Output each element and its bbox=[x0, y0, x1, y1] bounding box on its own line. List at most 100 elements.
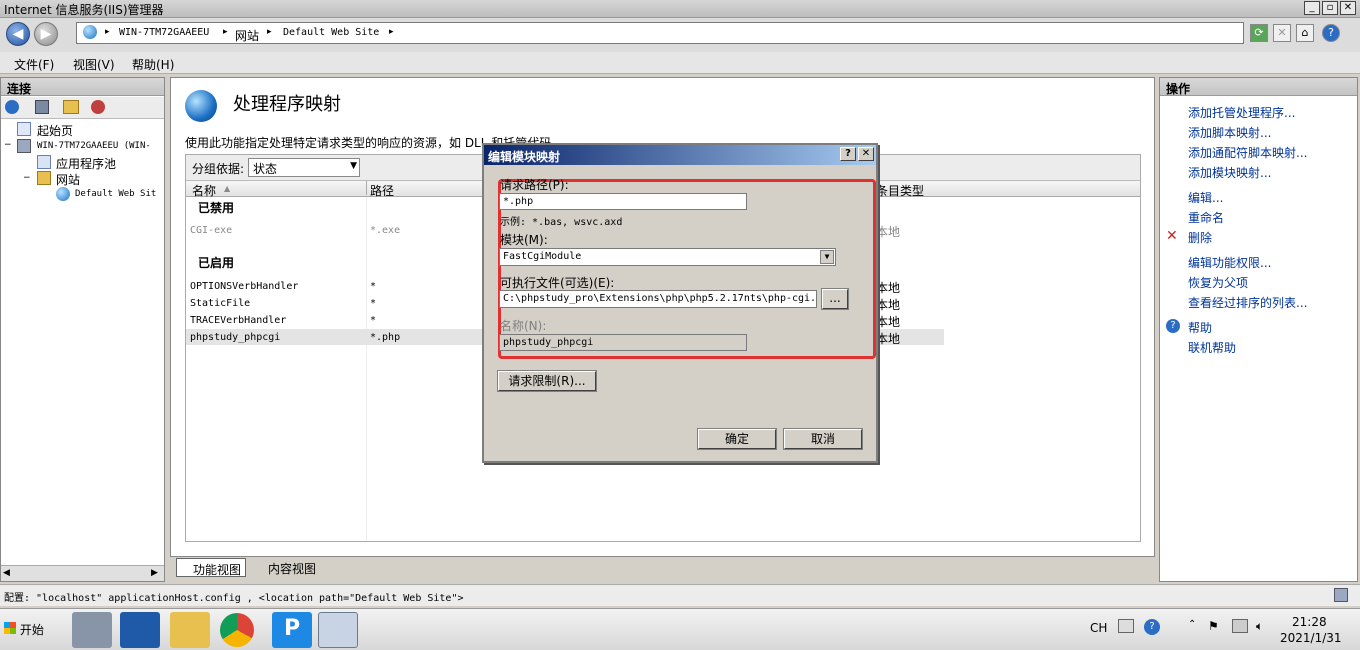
globe-icon bbox=[83, 25, 97, 39]
action-edit-permissions[interactable]: 编辑功能权限... bbox=[1188, 254, 1271, 271]
cancel-button[interactable]: 取消 bbox=[783, 428, 863, 450]
request-path-input[interactable]: *.php bbox=[499, 193, 747, 210]
flag-icon[interactable]: ⚑ bbox=[1208, 619, 1219, 633]
action-add-script-map[interactable]: 添加脚本映射... bbox=[1188, 124, 1271, 141]
actions-header: 操作 bbox=[1160, 78, 1357, 96]
dialog-close-button[interactable]: ✕ bbox=[858, 147, 874, 161]
scroll-right-icon[interactable]: ▶ bbox=[151, 568, 158, 578]
action-delete[interactable]: 删除 bbox=[1188, 229, 1212, 246]
module-select[interactable]: FastCgiModule ▼ bbox=[499, 248, 836, 266]
help-icon[interactable]: ? bbox=[1322, 24, 1340, 42]
action-add-module-map[interactable]: 添加模块映射... bbox=[1188, 164, 1271, 181]
action-add-managed-handler[interactable]: 添加托管处理程序... bbox=[1188, 104, 1295, 121]
action-add-wildcard-map[interactable]: 添加通配符脚本映射... bbox=[1188, 144, 1307, 161]
breadcrumb-server[interactable]: WIN-7TM72GAAEEU bbox=[119, 27, 209, 38]
action-revert-to-parent[interactable]: 恢复为父项 bbox=[1188, 274, 1248, 291]
group-by-select[interactable]: 状态 ▼ bbox=[248, 158, 360, 177]
save-icon[interactable] bbox=[35, 100, 49, 114]
tray-expand-icon[interactable]: ⌃ bbox=[1188, 619, 1196, 630]
breadcrumb-sites[interactable]: 网站 bbox=[235, 27, 259, 44]
action-edit[interactable]: 编辑... bbox=[1188, 189, 1223, 206]
powershell-icon[interactable] bbox=[120, 612, 160, 648]
clock-time[interactable]: 21:28 bbox=[1292, 615, 1327, 629]
tree-app-pools[interactable]: 应用程序池 bbox=[56, 155, 116, 172]
row-path: * bbox=[370, 298, 377, 309]
column-name[interactable]: 名称 bbox=[192, 182, 216, 199]
input-language[interactable]: CH bbox=[1090, 621, 1107, 635]
maximize-button[interactable]: ▫ bbox=[1322, 1, 1338, 15]
connections-panel: 连接 起始页 − WIN-7TM72GAAEEU (WIN- 应用程序池 − 网… bbox=[0, 77, 165, 582]
chrome-icon[interactable] bbox=[220, 613, 254, 647]
start-button[interactable]: 开始 bbox=[2, 615, 50, 645]
tree-sites[interactable]: 网站 bbox=[56, 171, 80, 188]
dialog-titlebar: 编辑模块映射 ? ✕ bbox=[484, 145, 876, 165]
action-help[interactable]: 帮助 bbox=[1188, 319, 1212, 336]
sites-folder-icon bbox=[37, 171, 51, 185]
dialog-help-button[interactable]: ? bbox=[840, 147, 856, 161]
server-manager-icon[interactable] bbox=[72, 612, 112, 648]
window-title: Internet 信息服务(IIS)管理器 bbox=[4, 3, 164, 17]
volume-icon[interactable]: 🔈︎ bbox=[1256, 619, 1263, 634]
module-label: 模块(M): bbox=[500, 233, 548, 247]
explorer-icon[interactable] bbox=[170, 612, 210, 648]
request-restrictions-button[interactable]: 请求限制(R)... bbox=[497, 370, 597, 392]
status-text: 配置: "localhost" applicationHost.config ,… bbox=[4, 593, 464, 604]
tab-features-label: 功能视图 bbox=[193, 563, 242, 577]
request-path-label: 请求路径(P): bbox=[500, 178, 569, 192]
column-type[interactable]: 条目类型 bbox=[876, 182, 924, 199]
home-icon[interactable]: ⌂ bbox=[1296, 24, 1314, 42]
ok-button[interactable]: 确定 bbox=[697, 428, 777, 450]
row-name: phpstudy_phpcgi bbox=[190, 332, 281, 343]
horizontal-scrollbar[interactable]: ◀ ▶ bbox=[1, 565, 164, 581]
network-icon[interactable] bbox=[1232, 619, 1248, 633]
tab-content-view[interactable]: 内容视图 bbox=[252, 558, 322, 577]
breadcrumb-default-site[interactable]: Default Web Site bbox=[283, 27, 379, 38]
row-type: 本地 bbox=[876, 332, 901, 346]
column-divider bbox=[366, 181, 367, 195]
dialog-title: 编辑模块映射 bbox=[488, 150, 561, 164]
minimize-button[interactable]: _ bbox=[1304, 1, 1320, 15]
tab-features-view[interactable]: 功能视图 bbox=[176, 558, 246, 577]
forward-button[interactable]: ▶ bbox=[34, 22, 58, 46]
back-button[interactable]: ◀ bbox=[6, 22, 30, 46]
name-input[interactable]: phpstudy_phpcgi bbox=[499, 334, 747, 351]
tree-server[interactable]: WIN-7TM72GAAEEU (WIN- bbox=[37, 141, 151, 151]
column-separator bbox=[366, 197, 367, 541]
column-path[interactable]: 路径 bbox=[370, 182, 394, 199]
close-window-button[interactable]: ✕ bbox=[1340, 1, 1356, 15]
folder-up-icon[interactable] bbox=[63, 100, 79, 114]
keyboard-icon[interactable] bbox=[1118, 619, 1134, 633]
windows-logo-icon bbox=[4, 622, 16, 634]
collapse-icon[interactable]: − bbox=[23, 173, 31, 183]
menu-help[interactable]: 帮助(H) bbox=[132, 56, 174, 73]
tab-content-label: 内容视图 bbox=[268, 562, 317, 576]
disconnect-icon[interactable] bbox=[91, 100, 105, 114]
browse-button[interactable]: ... bbox=[821, 288, 849, 310]
breadcrumb-sep-icon: ▸ bbox=[267, 27, 272, 37]
row-type: 本地 bbox=[876, 298, 901, 312]
menu-view[interactable]: 视图(V) bbox=[73, 56, 115, 73]
help-tray-icon[interactable]: ? bbox=[1144, 619, 1160, 635]
row-path: *.php bbox=[370, 332, 401, 343]
refresh-icon[interactable]: ⟳ bbox=[1250, 24, 1268, 42]
start-label: 开始 bbox=[19, 623, 44, 637]
connect-icon[interactable] bbox=[5, 100, 19, 114]
view-tabs: 功能视图 内容视图 bbox=[170, 557, 1155, 579]
action-online-help[interactable]: 联机帮助 bbox=[1188, 339, 1236, 356]
stop-icon[interactable]: ✕ bbox=[1273, 24, 1291, 42]
collapse-icon[interactable]: − bbox=[4, 140, 12, 150]
clock-date[interactable]: 2021/1/31 bbox=[1280, 631, 1342, 645]
row-path: *.exe bbox=[370, 225, 401, 236]
chevron-down-icon[interactable]: ▼ bbox=[820, 250, 834, 264]
address-bar[interactable]: ▸ WIN-7TM72GAAEEU ▸ 网站 ▸ Default Web Sit… bbox=[76, 22, 1244, 44]
iis-manager-icon[interactable] bbox=[318, 612, 358, 648]
menu-file[interactable]: 文件(F) bbox=[14, 56, 54, 73]
action-rename[interactable]: 重命名 bbox=[1188, 209, 1224, 226]
scroll-left-icon[interactable]: ◀ bbox=[3, 568, 10, 578]
action-view-ordered-list[interactable]: 查看经过排序的列表... bbox=[1188, 294, 1307, 311]
executable-input[interactable]: C:\phpstudy_pro\Extensions\php\php5.2.17… bbox=[499, 290, 817, 308]
phpstudy-icon[interactable]: P bbox=[272, 612, 312, 648]
tree-start-page[interactable]: 起始页 bbox=[37, 122, 73, 139]
tree-default-site[interactable]: Default Web Sit bbox=[75, 189, 156, 199]
row-name: OPTIONSVerbHandler bbox=[190, 281, 299, 292]
